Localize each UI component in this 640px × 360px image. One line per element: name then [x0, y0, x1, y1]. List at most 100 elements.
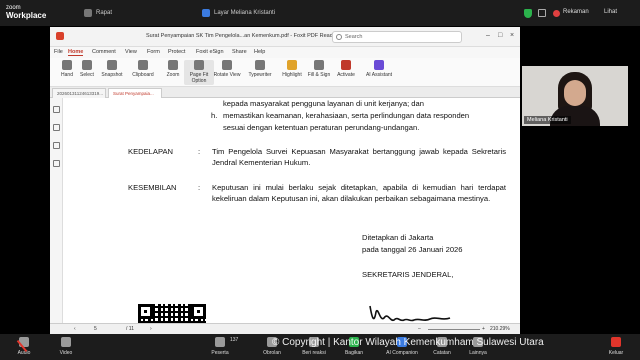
- zoom-top-bar: zoom Workplace Rapat Layar Meliana Krist…: [0, 0, 640, 26]
- tanggal-text: pada tanggal 26 Januari 2026: [362, 245, 463, 254]
- doc-tab-1[interactable]: 20260131124613319...: [52, 88, 106, 98]
- snapshot-icon: [107, 60, 117, 70]
- ribbon-clipboard-button[interactable]: Clipboard: [128, 60, 158, 78]
- participants-icon: [215, 337, 225, 347]
- reader-side-panel: [50, 98, 63, 334]
- recording-label[interactable]: Rekaman: [563, 9, 589, 15]
- zoom-icon: [168, 60, 178, 70]
- ribbon-label: Clipboard: [132, 72, 154, 78]
- kesembilan-label: KESEMBILAN: [128, 183, 177, 192]
- video-button[interactable]: Video: [44, 337, 88, 356]
- ribbon-label: Zoom: [166, 72, 180, 78]
- jabatan-text: SEKRETARIS JENDERAL,: [362, 270, 454, 279]
- participant-video[interactable]: Meliana Kristanti: [522, 66, 628, 126]
- reader-status-bar: ‹ 5 / 11 › – + 210.29%: [50, 323, 520, 334]
- ribbon-page-fit-button[interactable]: Page Fit Option: [184, 60, 214, 85]
- qr-finder: [191, 304, 206, 319]
- ribbon-label: Select: [80, 72, 94, 78]
- next-page-button[interactable]: ›: [150, 326, 152, 332]
- ribbon-fill-sign-button[interactable]: Fill & Sign: [304, 60, 334, 78]
- meeting-tab[interactable]: Rapat: [84, 9, 112, 17]
- item-h-text-1: memastikan keamanan, kerahasiaan, serta …: [223, 111, 470, 120]
- ribbon-label: Page Fit Option: [189, 72, 209, 84]
- current-page[interactable]: 5: [94, 326, 97, 332]
- video-camera-icon: [61, 337, 71, 347]
- clipboard-icon: [138, 60, 148, 70]
- video-label: Video: [59, 350, 73, 356]
- typewriter-icon: [255, 60, 265, 70]
- search-input[interactable]: Search: [332, 31, 462, 43]
- menu-help[interactable]: Help: [254, 49, 265, 55]
- reaction-label: Beri reaksi: [302, 350, 326, 356]
- kedelapan-label: KEDELAPAN: [128, 147, 174, 156]
- participants-label: Peserta: [211, 350, 229, 356]
- menu-foxit-esign[interactable]: Foxit eSign: [196, 49, 224, 55]
- minimize-button[interactable]: –: [486, 32, 490, 39]
- kesembilan-colon: :: [198, 183, 201, 192]
- ribbon-highlight-button[interactable]: Highlight: [277, 60, 307, 78]
- zoom-out-button[interactable]: –: [418, 326, 421, 332]
- grid-icon[interactable]: [538, 9, 546, 17]
- recording-dot-icon: [553, 10, 560, 17]
- audio-button[interactable]: Audio: [2, 337, 46, 356]
- screen-share-tab-label: Layar Meliana Kristanti: [214, 10, 276, 16]
- leave-icon: [611, 337, 621, 347]
- zoom-logo: zoom Workplace: [6, 4, 46, 20]
- zoom-level[interactable]: 210.29%: [490, 326, 510, 332]
- reader-menu-bar: File Home Comment View Form Protect Foxi…: [50, 47, 520, 58]
- doc-tab-2[interactable]: Surat Penyampaia...: [108, 88, 162, 98]
- ditetapkan-text: Ditetapkan di Jakarta: [362, 233, 434, 242]
- ribbon-label: Snapshot: [101, 72, 123, 78]
- menu-protect[interactable]: Protect: [168, 49, 185, 55]
- fill-sign-icon: [314, 60, 324, 70]
- reader-titlebar: Surat Penyampaian SK Tim Pengelola...an …: [50, 27, 520, 47]
- ribbon-activate-button[interactable]: Activate: [331, 60, 361, 78]
- doc-line-top: kepada masyarakat pengguna layanan di un…: [223, 99, 424, 108]
- share-label: Bagikan: [344, 350, 364, 356]
- zoom-in-button[interactable]: +: [482, 326, 485, 332]
- participant-face: [564, 80, 586, 106]
- ribbon-snapshot-button[interactable]: Snapshot: [97, 60, 127, 78]
- leave-button[interactable]: Keluar: [594, 337, 638, 356]
- menu-file[interactable]: File: [54, 49, 63, 55]
- view-button[interactable]: Lihat: [604, 9, 617, 15]
- document-tabs: 20260131124613319... Surat Penyampaia...: [50, 87, 520, 98]
- search-icon: [336, 34, 342, 40]
- document-title: Surat Penyampaian SK Tim Pengelola...an …: [146, 33, 338, 39]
- attachment-icon[interactable]: [53, 160, 60, 167]
- pages-icon[interactable]: [53, 124, 60, 131]
- reader-ribbon: Hand Select Snapshot Clipboard Zoom Page…: [50, 58, 520, 87]
- ribbon-ai-assistant-button[interactable]: AI Assistant: [364, 60, 394, 78]
- menu-form[interactable]: Form: [147, 49, 160, 55]
- shared-screen: Surat Penyampaian SK Tim Pengelola...an …: [50, 27, 520, 334]
- total-pages: / 11: [126, 326, 134, 332]
- prev-page-button[interactable]: ‹: [74, 326, 76, 332]
- kesembilan-text: Keputusan ini mulai berlaku sejak diteta…: [212, 183, 506, 203]
- maximize-button[interactable]: □: [498, 32, 502, 39]
- comments-icon[interactable]: [53, 142, 60, 149]
- kedelapan-text: Tim Pengelola Survei Kepuasan Masyarakat…: [212, 147, 506, 167]
- bookmark-icon[interactable]: [53, 106, 60, 113]
- rotate-icon: [222, 60, 232, 70]
- search-placeholder: Search: [345, 34, 363, 40]
- ribbon-rotate-button[interactable]: Rotate View: [212, 60, 242, 78]
- close-button[interactable]: ×: [510, 32, 514, 39]
- zoom-slider[interactable]: [428, 329, 480, 330]
- item-h-marker: h.: [211, 111, 218, 120]
- menu-home[interactable]: Home: [68, 49, 84, 56]
- menu-comment[interactable]: Comment: [92, 49, 116, 55]
- home-icon: [84, 9, 92, 17]
- ai-assistant-icon: [374, 60, 384, 70]
- ribbon-typewriter-button[interactable]: Typewriter: [245, 60, 275, 78]
- kedelapan-colon: :: [198, 147, 201, 156]
- screen-share-icon: [202, 9, 210, 17]
- ribbon-label: Activate: [337, 72, 355, 78]
- ribbon-label: Rotate View: [213, 72, 241, 78]
- participant-count: 137: [230, 337, 239, 343]
- zoom-logo-line2: Workplace: [6, 11, 47, 20]
- menu-share[interactable]: Share: [232, 49, 247, 55]
- activate-icon: [341, 60, 351, 70]
- shield-icon[interactable]: [524, 9, 532, 18]
- menu-view[interactable]: View: [125, 49, 137, 55]
- screen-share-tab[interactable]: Layar Meliana Kristanti: [202, 9, 275, 17]
